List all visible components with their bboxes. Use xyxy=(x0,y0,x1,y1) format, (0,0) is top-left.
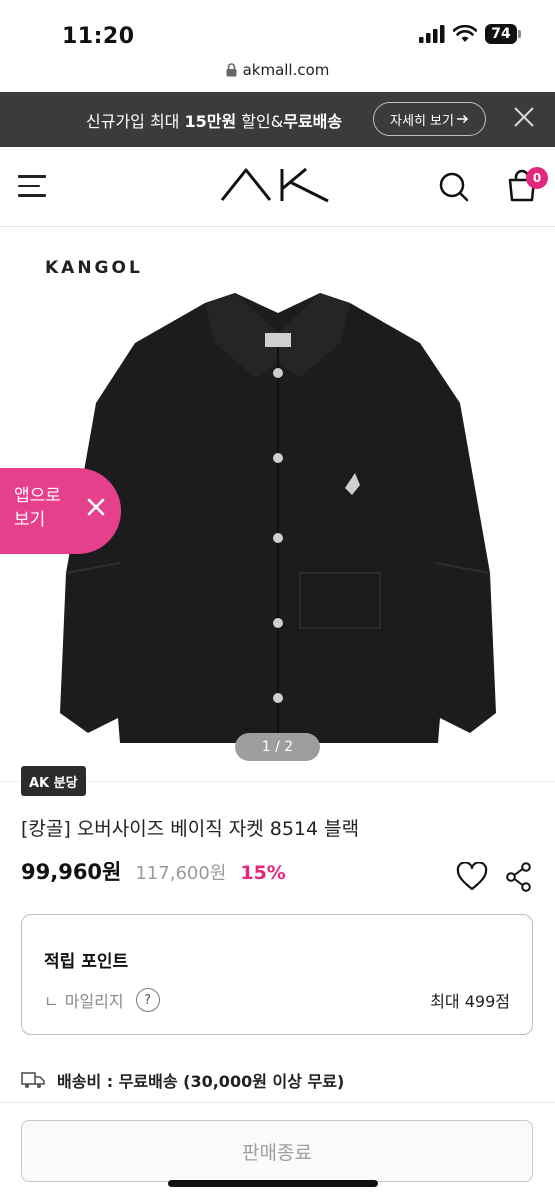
lock-icon xyxy=(226,63,237,77)
cart-count-badge: 0 xyxy=(526,167,548,189)
promo-more-button[interactable]: 자세히 보기 xyxy=(373,102,486,136)
close-icon[interactable] xyxy=(86,497,106,517)
mileage-row: ㄴ 마일리지 ? xyxy=(44,988,160,1012)
battery-level: 74 xyxy=(485,24,517,44)
help-icon[interactable]: ? xyxy=(135,988,160,1012)
original-price: 117,600원 xyxy=(135,863,227,884)
sold-out-button[interactable]: 판매종료 xyxy=(21,1120,533,1182)
url-text: akmall.com xyxy=(242,61,330,79)
heart-icon[interactable] xyxy=(456,862,488,892)
arrow-right-icon xyxy=(456,114,469,124)
shipping-info: 배송비 : 무료배송 (30,000원 이상 무료) xyxy=(21,1068,344,1092)
product-title: [캉골] 오버사이즈 베이직 자켓 8514 블랙 xyxy=(21,818,360,840)
open-in-app-label: 앱으로 보기 xyxy=(14,486,61,530)
store-badge: AK 분당 xyxy=(21,766,86,796)
promo-banner[interactable]: 신규가입 최대 15만원 할인&무료배송 자세히 보기 xyxy=(0,92,555,147)
promo-close-icon[interactable] xyxy=(513,106,535,128)
mileage-label: 마일리지 xyxy=(64,992,124,1011)
battery-icon: 74 xyxy=(485,24,521,44)
price-row: 99,960원 117,600원 15% xyxy=(21,856,286,886)
wifi-icon xyxy=(453,25,477,42)
promo-more-label: 자세히 보기 xyxy=(390,113,454,129)
home-indicator[interactable] xyxy=(168,1180,378,1187)
menu-icon[interactable] xyxy=(18,175,46,197)
points-box: 적립 포인트 ㄴ 마일리지 ? 최대 499점 xyxy=(21,914,533,1035)
points-heading: 적립 포인트 xyxy=(44,952,129,972)
ak-logo[interactable] xyxy=(220,167,332,203)
status-icons: 74 xyxy=(419,24,521,44)
truck-icon xyxy=(21,1072,45,1088)
image-pager: 1 / 2 xyxy=(235,733,320,761)
open-in-app-banner[interactable]: 앱으로 보기 xyxy=(0,468,121,554)
promo-text: 신규가입 최대 15만원 할인&무료배송 xyxy=(86,112,343,131)
share-icon[interactable] xyxy=(505,862,533,892)
mileage-value: 최대 499점 xyxy=(430,992,510,1011)
discount-rate: 15% xyxy=(240,862,286,884)
row-prefix: ㄴ xyxy=(44,992,59,1011)
divider xyxy=(0,1102,555,1103)
search-icon[interactable] xyxy=(438,171,470,203)
shipping-text: 배송비 : 무료배송 (30,000원 이상 무료) xyxy=(57,1072,345,1091)
sale-price: 99,960원 xyxy=(21,860,122,884)
url-bar[interactable]: akmall.com xyxy=(0,58,555,82)
site-header xyxy=(0,147,555,227)
signal-icon xyxy=(419,25,445,43)
product-image-carousel[interactable]: KANGOL 앱으로 보기 xyxy=(0,228,555,773)
status-bar: 11:20 74 xyxy=(0,0,555,55)
status-time: 11:20 xyxy=(62,24,135,49)
